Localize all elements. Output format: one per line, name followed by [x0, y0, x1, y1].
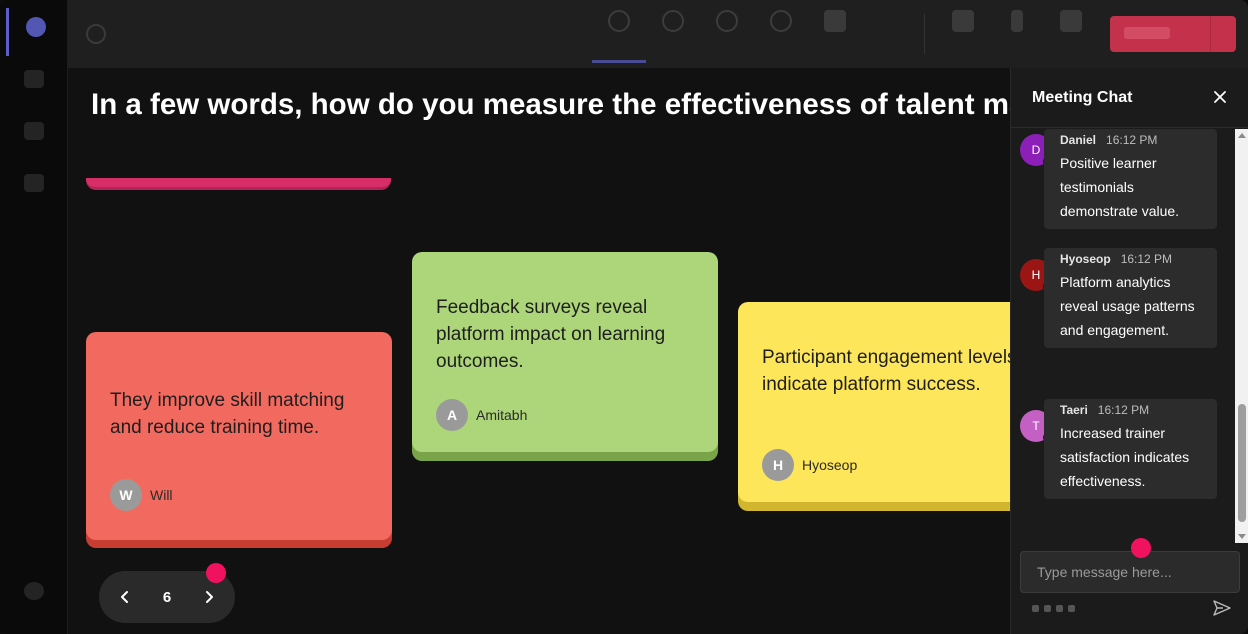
- scroll-up-icon[interactable]: [1238, 133, 1246, 138]
- calendar-icon: [24, 174, 44, 192]
- people-button[interactable]: [652, 10, 694, 60]
- chat-header: Meeting Chat: [1011, 68, 1248, 128]
- note-text: Feedback surveys reveal platform impact …: [436, 297, 666, 372]
- format-toolbar: [1032, 605, 1075, 612]
- rail-participants-button[interactable]: [6, 60, 62, 108]
- raise-hand-button[interactable]: [706, 10, 748, 60]
- author-name: Amitabh: [476, 407, 528, 423]
- chevron-left-icon: [121, 591, 128, 603]
- app-rail: [0, 0, 68, 634]
- note-text: They improve skill matching and reduce t…: [110, 390, 345, 438]
- note-card[interactable]: Participant engagement levels indicate p…: [738, 302, 1010, 502]
- share-icon: [1060, 10, 1082, 32]
- rail-files-button[interactable]: [6, 112, 62, 160]
- note-card[interactable]: They improve skill matching and reduce t…: [86, 332, 392, 540]
- toolbar-divider: [924, 14, 925, 54]
- note-card-partial: [86, 178, 391, 190]
- note-card[interactable]: Feedback surveys reveal platform impact …: [412, 252, 718, 452]
- sender-name: Daniel: [1060, 133, 1097, 147]
- previous-page-button[interactable]: [115, 587, 135, 607]
- mic-button[interactable]: [996, 10, 1038, 60]
- more-icon: [878, 10, 900, 32]
- avatar: H: [762, 449, 794, 481]
- message-time: 16:12 PM: [1097, 403, 1150, 417]
- note-author: W Will: [110, 479, 173, 511]
- chat-scrollbar[interactable]: [1235, 129, 1248, 543]
- people-icon: [662, 10, 684, 32]
- message-list: D Daniel 16:12 PM Positive learner testim…: [1011, 129, 1235, 539]
- chevron-right-icon: [206, 591, 213, 603]
- meeting-window: In a few words, how do you measure the e…: [0, 0, 1248, 634]
- phone-icon: [1124, 27, 1170, 39]
- format-icon[interactable]: [1032, 605, 1039, 612]
- file-icon: [24, 122, 44, 140]
- chat-title: Meeting Chat: [1032, 89, 1133, 106]
- cursor-marker: [1131, 538, 1151, 558]
- message-input[interactable]: [1020, 551, 1240, 593]
- message-time: 16:12 PM: [1106, 133, 1158, 147]
- scroll-down-icon[interactable]: [1238, 534, 1246, 539]
- attach-icon[interactable]: [1044, 605, 1051, 612]
- camera-icon: [952, 10, 974, 32]
- message-text: Positive learner testimonials demonstrat…: [1060, 155, 1180, 219]
- close-icon[interactable]: [1211, 88, 1229, 106]
- message-text: Increased trainer satisfaction indicates…: [1060, 425, 1190, 489]
- sender-name: Hyoseop: [1060, 252, 1111, 266]
- avatar-initial: H: [1031, 268, 1041, 282]
- chat-button[interactable]: [592, 10, 646, 63]
- author-name: Hyoseop: [802, 457, 858, 473]
- sender-name: Taeri: [1060, 403, 1088, 417]
- avatar-initial: D: [1031, 143, 1041, 157]
- rail-calendar-button[interactable]: [6, 164, 62, 212]
- chat-message: Hyoseop 16:12 PM Platform analytics revea…: [1044, 248, 1217, 348]
- meeting-toolbar: [68, 0, 1248, 68]
- avatar: A: [436, 399, 468, 431]
- rail-activity-button[interactable]: [6, 8, 62, 56]
- note-author: H Hyoseop: [762, 449, 857, 481]
- cursor-marker: [206, 563, 226, 583]
- react-button[interactable]: [760, 10, 802, 60]
- author-name: Will: [150, 487, 173, 503]
- share-button[interactable]: [1050, 10, 1092, 60]
- mic-icon: [1011, 10, 1023, 32]
- people-icon: [24, 70, 44, 88]
- chat-message: Taeri 16:12 PM Increased trainer satisfac…: [1044, 399, 1217, 499]
- chevron-down-icon[interactable]: [1210, 16, 1236, 52]
- more-button[interactable]: [868, 10, 910, 60]
- avatar: W: [110, 479, 142, 511]
- shield-icon: [86, 24, 106, 44]
- page-number: 6: [162, 588, 172, 606]
- grid-icon: [824, 10, 846, 32]
- camera-button[interactable]: [942, 10, 984, 60]
- emoji-icon[interactable]: [1056, 605, 1063, 612]
- help-icon: [24, 582, 44, 600]
- note-author: A Amitabh: [436, 399, 527, 431]
- send-icon[interactable]: [1212, 598, 1232, 618]
- avatar-initial: T: [1032, 419, 1040, 433]
- message-text: Platform analytics reveal usage patterns…: [1060, 274, 1195, 338]
- emoji-icon: [770, 10, 792, 32]
- hand-icon: [716, 10, 738, 32]
- note-text: Participant engagement levels indicate p…: [762, 347, 1010, 395]
- view-button[interactable]: [814, 10, 856, 60]
- board-stage: In a few words, how do you measure the e…: [68, 68, 1010, 634]
- scroll-thumb[interactable]: [1238, 404, 1246, 522]
- chat-panel: Meeting Chat D Daniel 16:12 PM Positive l…: [1010, 68, 1248, 634]
- next-page-button[interactable]: [199, 587, 219, 607]
- leave-button[interactable]: [1110, 16, 1236, 52]
- message-time: 16:12 PM: [1120, 252, 1173, 266]
- question-title: In a few words, how do you measure the e…: [91, 88, 1010, 121]
- gif-icon[interactable]: [1068, 605, 1075, 612]
- rail-help-button[interactable]: [6, 572, 62, 620]
- chat-icon: [608, 10, 630, 32]
- activity-icon: [25, 17, 46, 37]
- chat-message: Daniel 16:12 PM Positive learner testimon…: [1044, 129, 1217, 229]
